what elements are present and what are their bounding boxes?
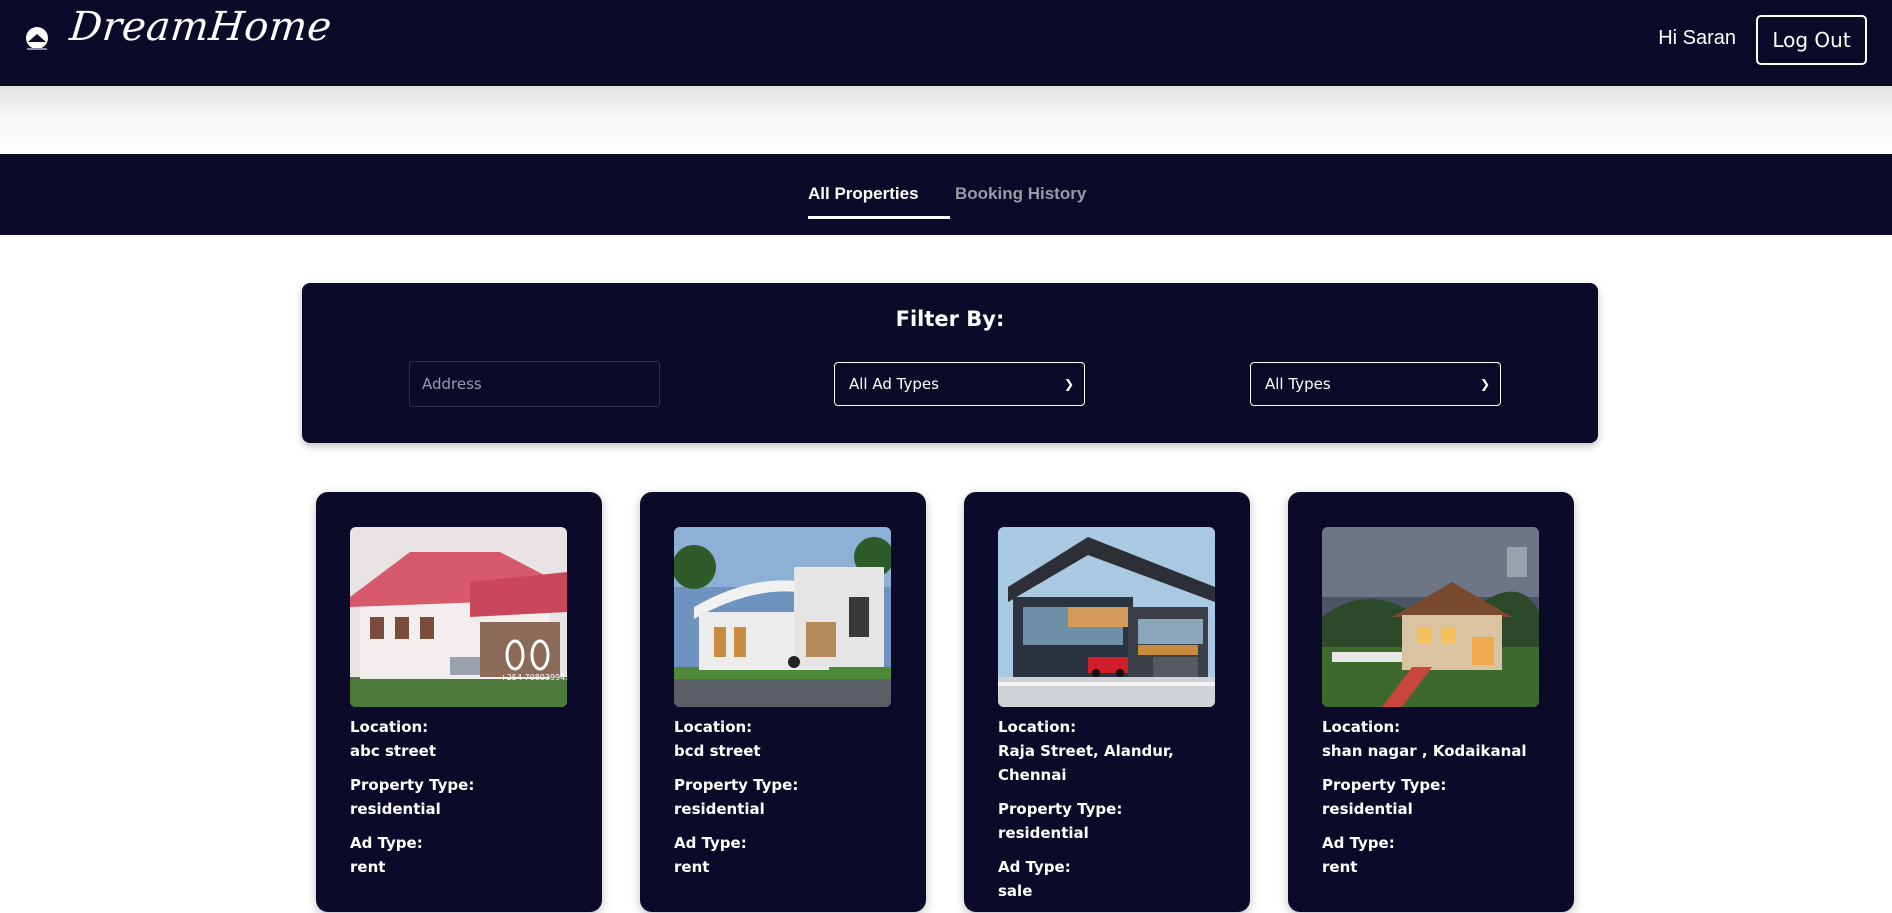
tabs-bar: All Properties Booking History xyxy=(0,154,1892,235)
property-card[interactable]: +254 708039945 Location: abc street Prop… xyxy=(316,492,602,912)
ad-type-value: sale xyxy=(998,882,1033,900)
ad-type-value: rent xyxy=(350,858,386,876)
logout-button[interactable]: Log Out xyxy=(1756,15,1867,65)
location-value: shan nagar , Kodaikanal xyxy=(1322,742,1527,760)
location-label: Location: xyxy=(350,718,429,736)
ad-type-label: Ad Type: xyxy=(1322,834,1395,852)
user-greeting: Hi Saran xyxy=(1658,27,1736,49)
tab-all-properties[interactable]: All Properties xyxy=(808,184,919,204)
address-filter-input[interactable] xyxy=(409,361,660,407)
ad-type-select-value: All Ad Types xyxy=(849,375,939,393)
property-type-label: Property Type: xyxy=(1322,776,1447,794)
property-details: Location: bcd street Property Type: resi… xyxy=(674,715,894,889)
ad-type-select[interactable]: All Ad Types ❯ xyxy=(834,362,1085,406)
top-navbar: DreamHome Hi Saran Log Out xyxy=(0,0,1892,86)
property-type-value: residential xyxy=(1322,800,1413,818)
location-label: Location: xyxy=(1322,718,1401,736)
header-shadow-band xyxy=(0,86,1892,154)
location-value: Raja Street, Alandur, Chennai xyxy=(998,742,1174,784)
ad-type-label: Ad Type: xyxy=(674,834,747,852)
chevron-down-icon: ❯ xyxy=(1479,377,1490,391)
property-card[interactable]: Location: shan nagar , Kodaikanal Proper… xyxy=(1288,492,1574,912)
filter-title: Filter By: xyxy=(895,307,1005,331)
property-card[interactable]: Location: bcd street Property Type: resi… xyxy=(640,492,926,912)
location-label: Location: xyxy=(998,718,1077,736)
ad-type-value: rent xyxy=(674,858,710,876)
property-type-select-value: All Types xyxy=(1265,375,1331,393)
property-details: Location: abc street Property Type: resi… xyxy=(350,715,570,889)
property-type-select[interactable]: All Types ❯ xyxy=(1250,362,1501,406)
property-type-value: residential xyxy=(674,800,765,818)
property-image xyxy=(674,527,891,707)
property-details: Location: shan nagar , Kodaikanal Proper… xyxy=(1322,715,1542,889)
tab-booking-history[interactable]: Booking History xyxy=(955,184,1086,204)
chevron-down-icon: ❯ xyxy=(1063,377,1074,391)
brand-logo-text[interactable]: DreamHome xyxy=(68,4,335,50)
ad-type-label: Ad Type: xyxy=(350,834,423,852)
ad-type-label: Ad Type: xyxy=(998,858,1071,876)
property-type-value: residential xyxy=(998,824,1089,842)
house-logo-icon[interactable] xyxy=(24,26,50,54)
filter-panel: Filter By: All Ad Types ❯ All Types ❯ xyxy=(302,283,1598,443)
active-tab-indicator xyxy=(808,216,950,219)
property-image xyxy=(998,527,1215,707)
property-image: +254 708039945 xyxy=(350,527,567,707)
property-type-label: Property Type: xyxy=(674,776,799,794)
image-watermark: +254 708039945 xyxy=(500,673,567,682)
location-value: abc street xyxy=(350,742,436,760)
property-type-label: Property Type: xyxy=(998,800,1123,818)
property-type-value: residential xyxy=(350,800,441,818)
property-details: Location: Raja Street, Alandur, Chennai … xyxy=(998,715,1218,913)
property-type-label: Property Type: xyxy=(350,776,475,794)
location-value: bcd street xyxy=(674,742,761,760)
property-card[interactable]: Location: Raja Street, Alandur, Chennai … xyxy=(964,492,1250,912)
location-label: Location: xyxy=(674,718,753,736)
property-image xyxy=(1322,527,1539,707)
ad-type-value: rent xyxy=(1322,858,1358,876)
